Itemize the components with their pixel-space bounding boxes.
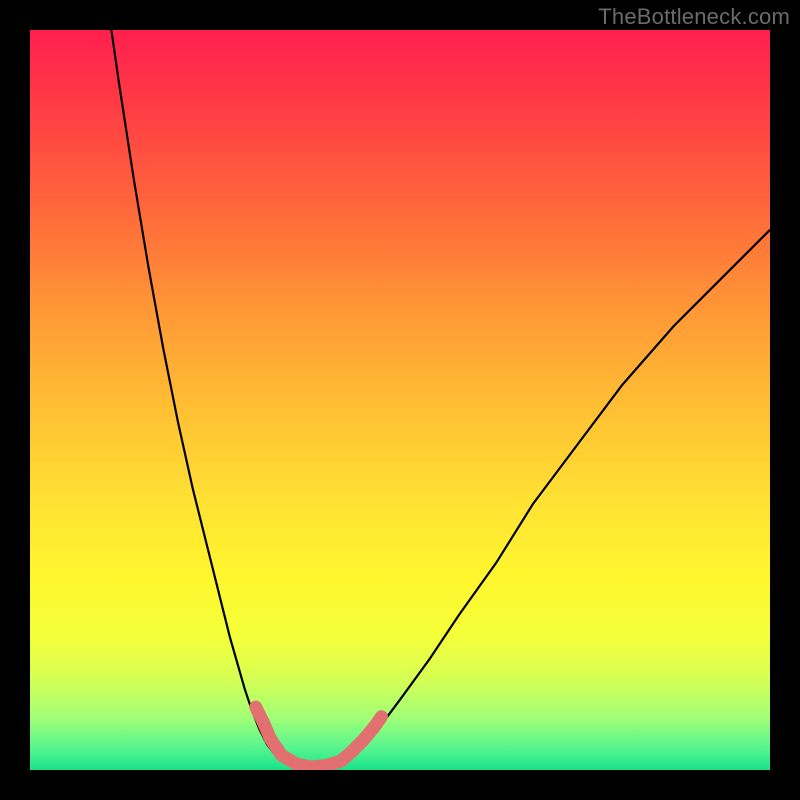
watermark-text: TheBottleneck.com: [598, 4, 790, 30]
curve-layer: [30, 30, 770, 770]
right-curve: [341, 230, 770, 763]
plot-area: [30, 30, 770, 770]
segment-group: [256, 707, 382, 767]
left-curve: [111, 30, 289, 766]
chart-frame: TheBottleneck.com: [0, 0, 800, 800]
segment-piece: [374, 717, 381, 727]
